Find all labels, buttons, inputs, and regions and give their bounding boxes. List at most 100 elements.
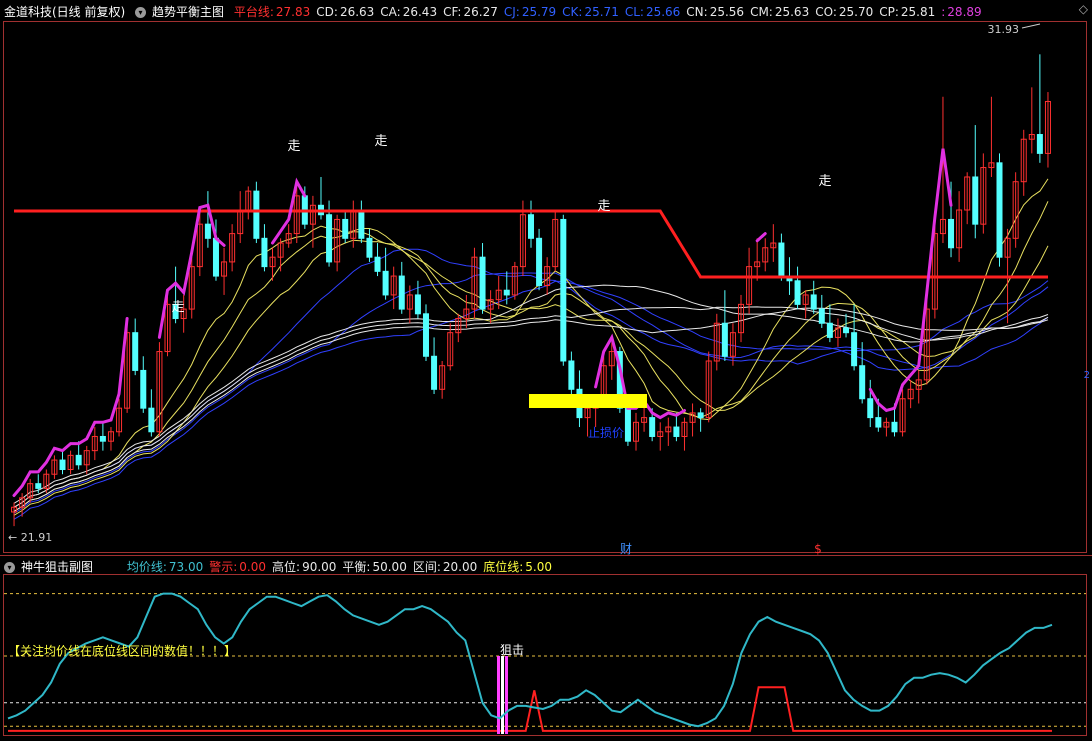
candle-down [697,412,704,419]
candle-down [560,218,567,362]
indicator-value: 26.27 [463,5,498,19]
indicator-item: 平台线: [233,5,274,19]
candle-down [431,355,438,390]
sub-indicator-menu-icon[interactable]: ▾ [4,562,15,573]
indicator-item: CJ: [503,5,520,19]
candle-down [818,308,825,324]
candle-down [132,332,139,371]
main-panel-frame [3,21,1087,553]
candle-down [826,322,833,338]
candle-down [374,256,381,272]
candle-down [778,242,785,277]
walk-label: 走 [818,174,831,189]
main-indicator-name[interactable]: 趋势平衡主图 [152,5,224,19]
candle-down [253,190,260,239]
indicator-value: 25.63 [774,5,810,19]
indicator-value: 5.00 [525,560,552,574]
indicator-value: 25.70 [838,5,874,19]
sub-header: ▾ 神牛狙击副图 均价线: 73.00 警示: 0.00 高位: 90.00 平衡: 50.00… [4,557,564,577]
indicator-value: 50.00 [372,560,407,574]
indicator-value: 20.00 [442,560,478,574]
candle-down [35,483,42,489]
indicator-item: 底位线: [483,560,524,574]
indicator-item: CD: [316,5,338,19]
main-indicator-values: 平台线: 27.83 CD: 26.63 CA: 26.43 CF: 26.27 CJ: 25.7… [234,5,988,19]
sub-indicator-name[interactable]: 神牛狙击副图 [21,560,93,574]
candle-down [212,237,219,277]
candle-down [326,214,333,263]
walk-label: 走 [287,139,300,154]
indicator-item: CA: [380,5,401,19]
candle-down [342,218,349,239]
stock-title: 金道科技(日线 前复权) [4,5,126,19]
candle-down [503,289,510,296]
indicator-item: 高位: [272,560,301,574]
indicator-value: 25.79 [521,5,557,19]
chart-canvas: 止损价走 走走走走31.93← 21.91财 $2狙击【关注均价线在底位线区间的数值… [0,21,1092,736]
chart-window: { "main_header": { "stock_title": "金道科技(… [0,0,1092,741]
indicator-item: 警示: [209,560,238,574]
candle-down [649,417,656,437]
candle-down [527,214,535,239]
indicator-item: CP: [879,5,899,19]
indicator-value: 25.66 [645,5,681,19]
scroll-marker: 2 [1084,370,1090,381]
candle-down [261,237,268,268]
candle-down [624,407,631,442]
candle-down [148,407,155,433]
avg-price-line [7,592,1053,728]
low-price-label: ← 21.91 [8,531,52,544]
indicator-value: 25.71 [584,5,619,19]
candle-down [99,435,106,442]
snipe-bar [497,656,500,734]
indicator-value: 90.00 [302,560,337,574]
indicator-value: 0.00 [239,560,267,574]
stoploss-label: 止损价 [588,426,624,440]
main-header: 金道科技(日线 前复权) ▾ 趋势平衡主图 平台线: 27.83 CD: 26.63 CA… [4,2,994,22]
candle-down [891,421,898,433]
diamond-icon[interactable]: ◇ [1079,2,1088,16]
indicator-item: 平衡: [342,560,371,574]
indicator-item: CO: [815,5,837,19]
candle-down [673,426,680,437]
ma-yellow-line [13,239,1049,516]
walk-label: 走 [171,300,184,315]
candle-down [398,275,405,310]
indicator-value: 26.43 [402,5,438,19]
candle-down [794,280,801,305]
indicator-value: 27.83 [275,5,311,19]
candle-down [204,223,211,239]
candle-down [414,294,421,315]
indicator-item: CM: [750,5,773,19]
walk-label: 走 [374,134,387,149]
walk-label: 走 [597,199,610,214]
warning-line [8,686,1052,732]
candle-down [382,270,389,296]
candle-down [366,237,373,258]
snipe-bar [505,656,508,734]
sub-indicator-values: 均价线: 73.00 警示: 0.00 高位: 90.00 平衡: 50.00 区间: 20.00… [127,560,558,574]
snipe-bar [501,656,504,734]
candle-down [972,176,979,225]
indicator-value: 26.63 [339,5,375,19]
indicator-item: CN: [686,5,708,19]
indicator-item: 区间: [412,560,441,574]
candle-down [948,218,955,249]
candle-down [422,313,429,357]
indicator-value: 28.89 [947,5,982,19]
ma-blue-line [13,272,1049,514]
candle-down [140,369,147,409]
candle-down [721,322,728,357]
candle-down [875,417,882,428]
candle-down [843,327,850,334]
high-arrow [1021,23,1041,29]
ma-yellow-line [13,201,1049,512]
candle-down [851,332,858,367]
indicator-value: 73.00 [168,560,204,574]
candle-down [810,294,817,310]
indicator-value: 25.81 [900,5,936,19]
indicator-menu-icon[interactable]: ▾ [135,7,147,18]
indicator-item: CK: [562,5,583,19]
indicator-item: 均价线: [126,560,167,574]
candle-down [59,459,66,471]
